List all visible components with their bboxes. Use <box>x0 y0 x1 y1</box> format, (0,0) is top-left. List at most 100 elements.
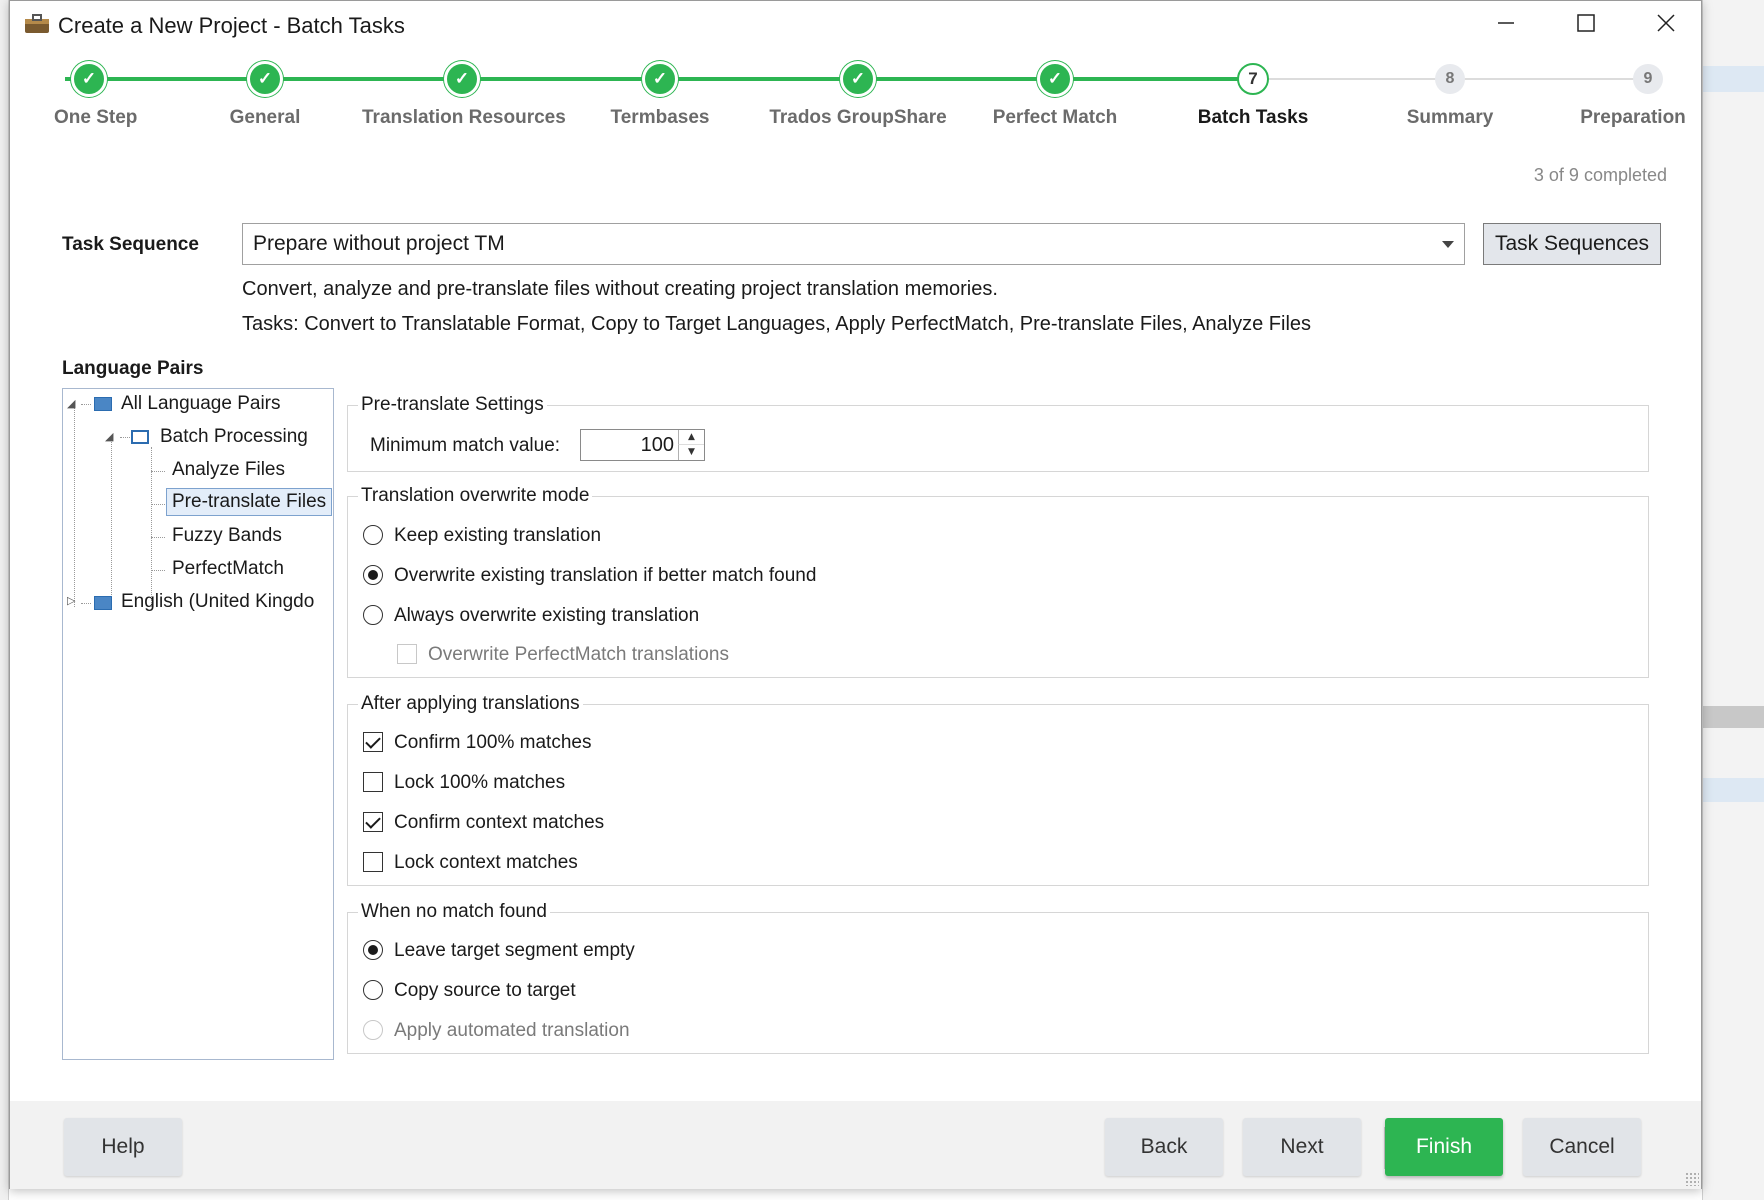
overwrite-perfectmatch-checkbox[interactable] <box>397 644 417 664</box>
overwrite-better-match-radio[interactable] <box>363 565 383 585</box>
background-row <box>1703 706 1764 728</box>
leave-empty-radio[interactable] <box>363 940 383 960</box>
maximize-icon <box>1577 14 1595 32</box>
tree-connector <box>81 404 91 405</box>
window-title: Create a New Project - Batch Tasks <box>58 13 405 38</box>
keep-existing-radio[interactable] <box>363 525 383 545</box>
tree-connector <box>151 504 165 505</box>
overwrite-perfectmatch-label[interactable]: Overwrite PerfectMatch translations <box>428 644 729 666</box>
always-overwrite-label[interactable]: Always overwrite existing translation <box>394 605 699 627</box>
confirm-100-label[interactable]: Confirm 100% matches <box>394 732 591 754</box>
check-icon: ✓ <box>444 61 480 97</box>
collapse-arrow-icon[interactable]: ◢ <box>105 430 113 443</box>
task-sequence-label: Task Sequence <box>62 234 199 255</box>
minimum-match-label: Minimum match value: <box>370 435 561 456</box>
always-overwrite-radio[interactable] <box>363 605 383 625</box>
cancel-button[interactable]: Cancel <box>1523 1118 1641 1176</box>
task-sequences-button[interactable]: Task Sequences <box>1483 223 1661 265</box>
step-number: 7 <box>1237 63 1269 95</box>
step-label: Batch Tasks <box>1197 107 1309 128</box>
help-button[interactable]: Help <box>64 1118 182 1176</box>
batch-processing-icon <box>131 430 149 444</box>
minimum-match-stepper[interactable]: 100 ▲ ▼ <box>580 429 705 461</box>
task-sequence-description: Convert, analyze and pre-translate files… <box>242 278 998 300</box>
check-icon: ✓ <box>840 61 876 97</box>
language-pair-icon <box>94 596 112 610</box>
group-title: Translation overwrite mode <box>358 485 593 507</box>
background-app-right-edge <box>1702 0 1764 1200</box>
progress-status: 3 of 9 completed <box>1533 165 1667 185</box>
background-app-left-edge <box>0 0 9 1200</box>
check-icon: ✓ <box>642 61 678 97</box>
background-row <box>1703 778 1764 802</box>
step-preparation[interactable]: 9 Preparation <box>1548 61 1748 129</box>
language-pairs-tree: ◢ All Language Pairs ◢ Batch Processing … <box>62 388 334 1060</box>
tree-connector <box>111 437 112 607</box>
step-label: General <box>229 107 301 128</box>
step-label: Translation Resources <box>362 107 566 128</box>
tree-connector <box>120 437 130 438</box>
task-sequence-tasks: Tasks: Convert to Translatable Format, C… <box>242 313 1312 335</box>
lock-100-label[interactable]: Lock 100% matches <box>394 772 565 794</box>
tree-item-all-language-pairs[interactable]: All Language Pairs <box>121 393 281 415</box>
step-batch-tasks[interactable]: 7 Batch Tasks <box>1153 61 1353 129</box>
group-title: After applying translations <box>358 693 583 715</box>
finish-button[interactable]: Finish <box>1385 1118 1503 1176</box>
language-pair-icon <box>94 397 112 411</box>
step-general[interactable]: ✓ General <box>165 61 365 129</box>
step-label: Perfect Match <box>992 107 1118 128</box>
check-icon: ✓ <box>1037 61 1073 97</box>
group-title: When no match found <box>358 901 550 923</box>
automated-translation-radio[interactable] <box>363 1020 383 1040</box>
overwrite-better-match-label[interactable]: Overwrite existing translation if better… <box>394 565 816 587</box>
maximize-button[interactable] <box>1556 7 1616 43</box>
next-button[interactable]: Next <box>1243 1118 1361 1176</box>
back-button[interactable]: Back <box>1105 1118 1223 1176</box>
step-perfect-match[interactable]: ✓ Perfect Match <box>955 61 1155 129</box>
step-termbases[interactable]: ✓ Termbases <box>560 61 760 129</box>
step-number: 8 <box>1435 64 1465 94</box>
step-one-step[interactable]: ✓ One Step <box>0 61 189 129</box>
close-icon <box>1657 14 1675 32</box>
minimize-icon <box>1498 22 1514 24</box>
tree-connector <box>151 471 165 472</box>
tree-item-pre-translate-files[interactable]: Pre-translate Files <box>166 488 333 516</box>
step-number: 9 <box>1633 64 1663 94</box>
tree-connector <box>151 570 165 571</box>
tree-item-english-united-kingdom[interactable]: English (United Kingdo <box>121 591 314 613</box>
group-title: Pre-translate Settings <box>358 394 547 416</box>
spin-down-icon[interactable]: ▼ <box>678 445 704 460</box>
step-label: Termbases <box>610 107 710 128</box>
chevron-down-icon <box>1442 241 1454 248</box>
confirm-context-checkbox[interactable] <box>363 812 383 832</box>
leave-empty-label[interactable]: Leave target segment empty <box>394 940 635 962</box>
keep-existing-label[interactable]: Keep existing translation <box>394 525 601 547</box>
tree-connector <box>81 603 91 604</box>
confirm-context-label[interactable]: Confirm context matches <box>394 812 604 834</box>
tree-item-batch-processing[interactable]: Batch Processing <box>160 426 308 448</box>
minimize-button[interactable] <box>1476 7 1536 43</box>
step-label: Trados GroupShare <box>769 107 947 128</box>
automated-translation-label[interactable]: Apply automated translation <box>394 1020 630 1042</box>
tree-item-perfectmatch[interactable]: PerfectMatch <box>172 558 284 580</box>
task-sequence-dropdown[interactable]: Prepare without project TM <box>242 223 1465 265</box>
tree-item-fuzzy-bands[interactable]: Fuzzy Bands <box>172 525 282 547</box>
tree-item-analyze-files[interactable]: Analyze Files <box>172 459 285 481</box>
lock-context-label[interactable]: Lock context matches <box>394 852 578 874</box>
copy-source-radio[interactable] <box>363 980 383 1000</box>
spin-up-icon[interactable]: ▲ <box>678 430 704 445</box>
check-icon: ✓ <box>71 61 107 97</box>
resize-grip-icon[interactable] <box>1685 1172 1699 1186</box>
step-trados-groupshare[interactable]: ✓ Trados GroupShare <box>758 61 958 129</box>
confirm-100-checkbox[interactable] <box>363 732 383 752</box>
step-translation-resources[interactable]: ✓ Translation Resources <box>362 61 566 129</box>
copy-source-label[interactable]: Copy source to target <box>394 980 576 1002</box>
language-pairs-label: Language Pairs <box>62 358 204 379</box>
lock-100-checkbox[interactable] <box>363 772 383 792</box>
close-button[interactable] <box>1636 7 1696 43</box>
tree-connector <box>151 537 165 538</box>
collapse-arrow-icon[interactable]: ◢ <box>67 397 75 410</box>
lock-context-checkbox[interactable] <box>363 852 383 872</box>
briefcase-icon <box>25 14 49 33</box>
expand-arrow-icon[interactable]: ▷ <box>67 594 75 607</box>
